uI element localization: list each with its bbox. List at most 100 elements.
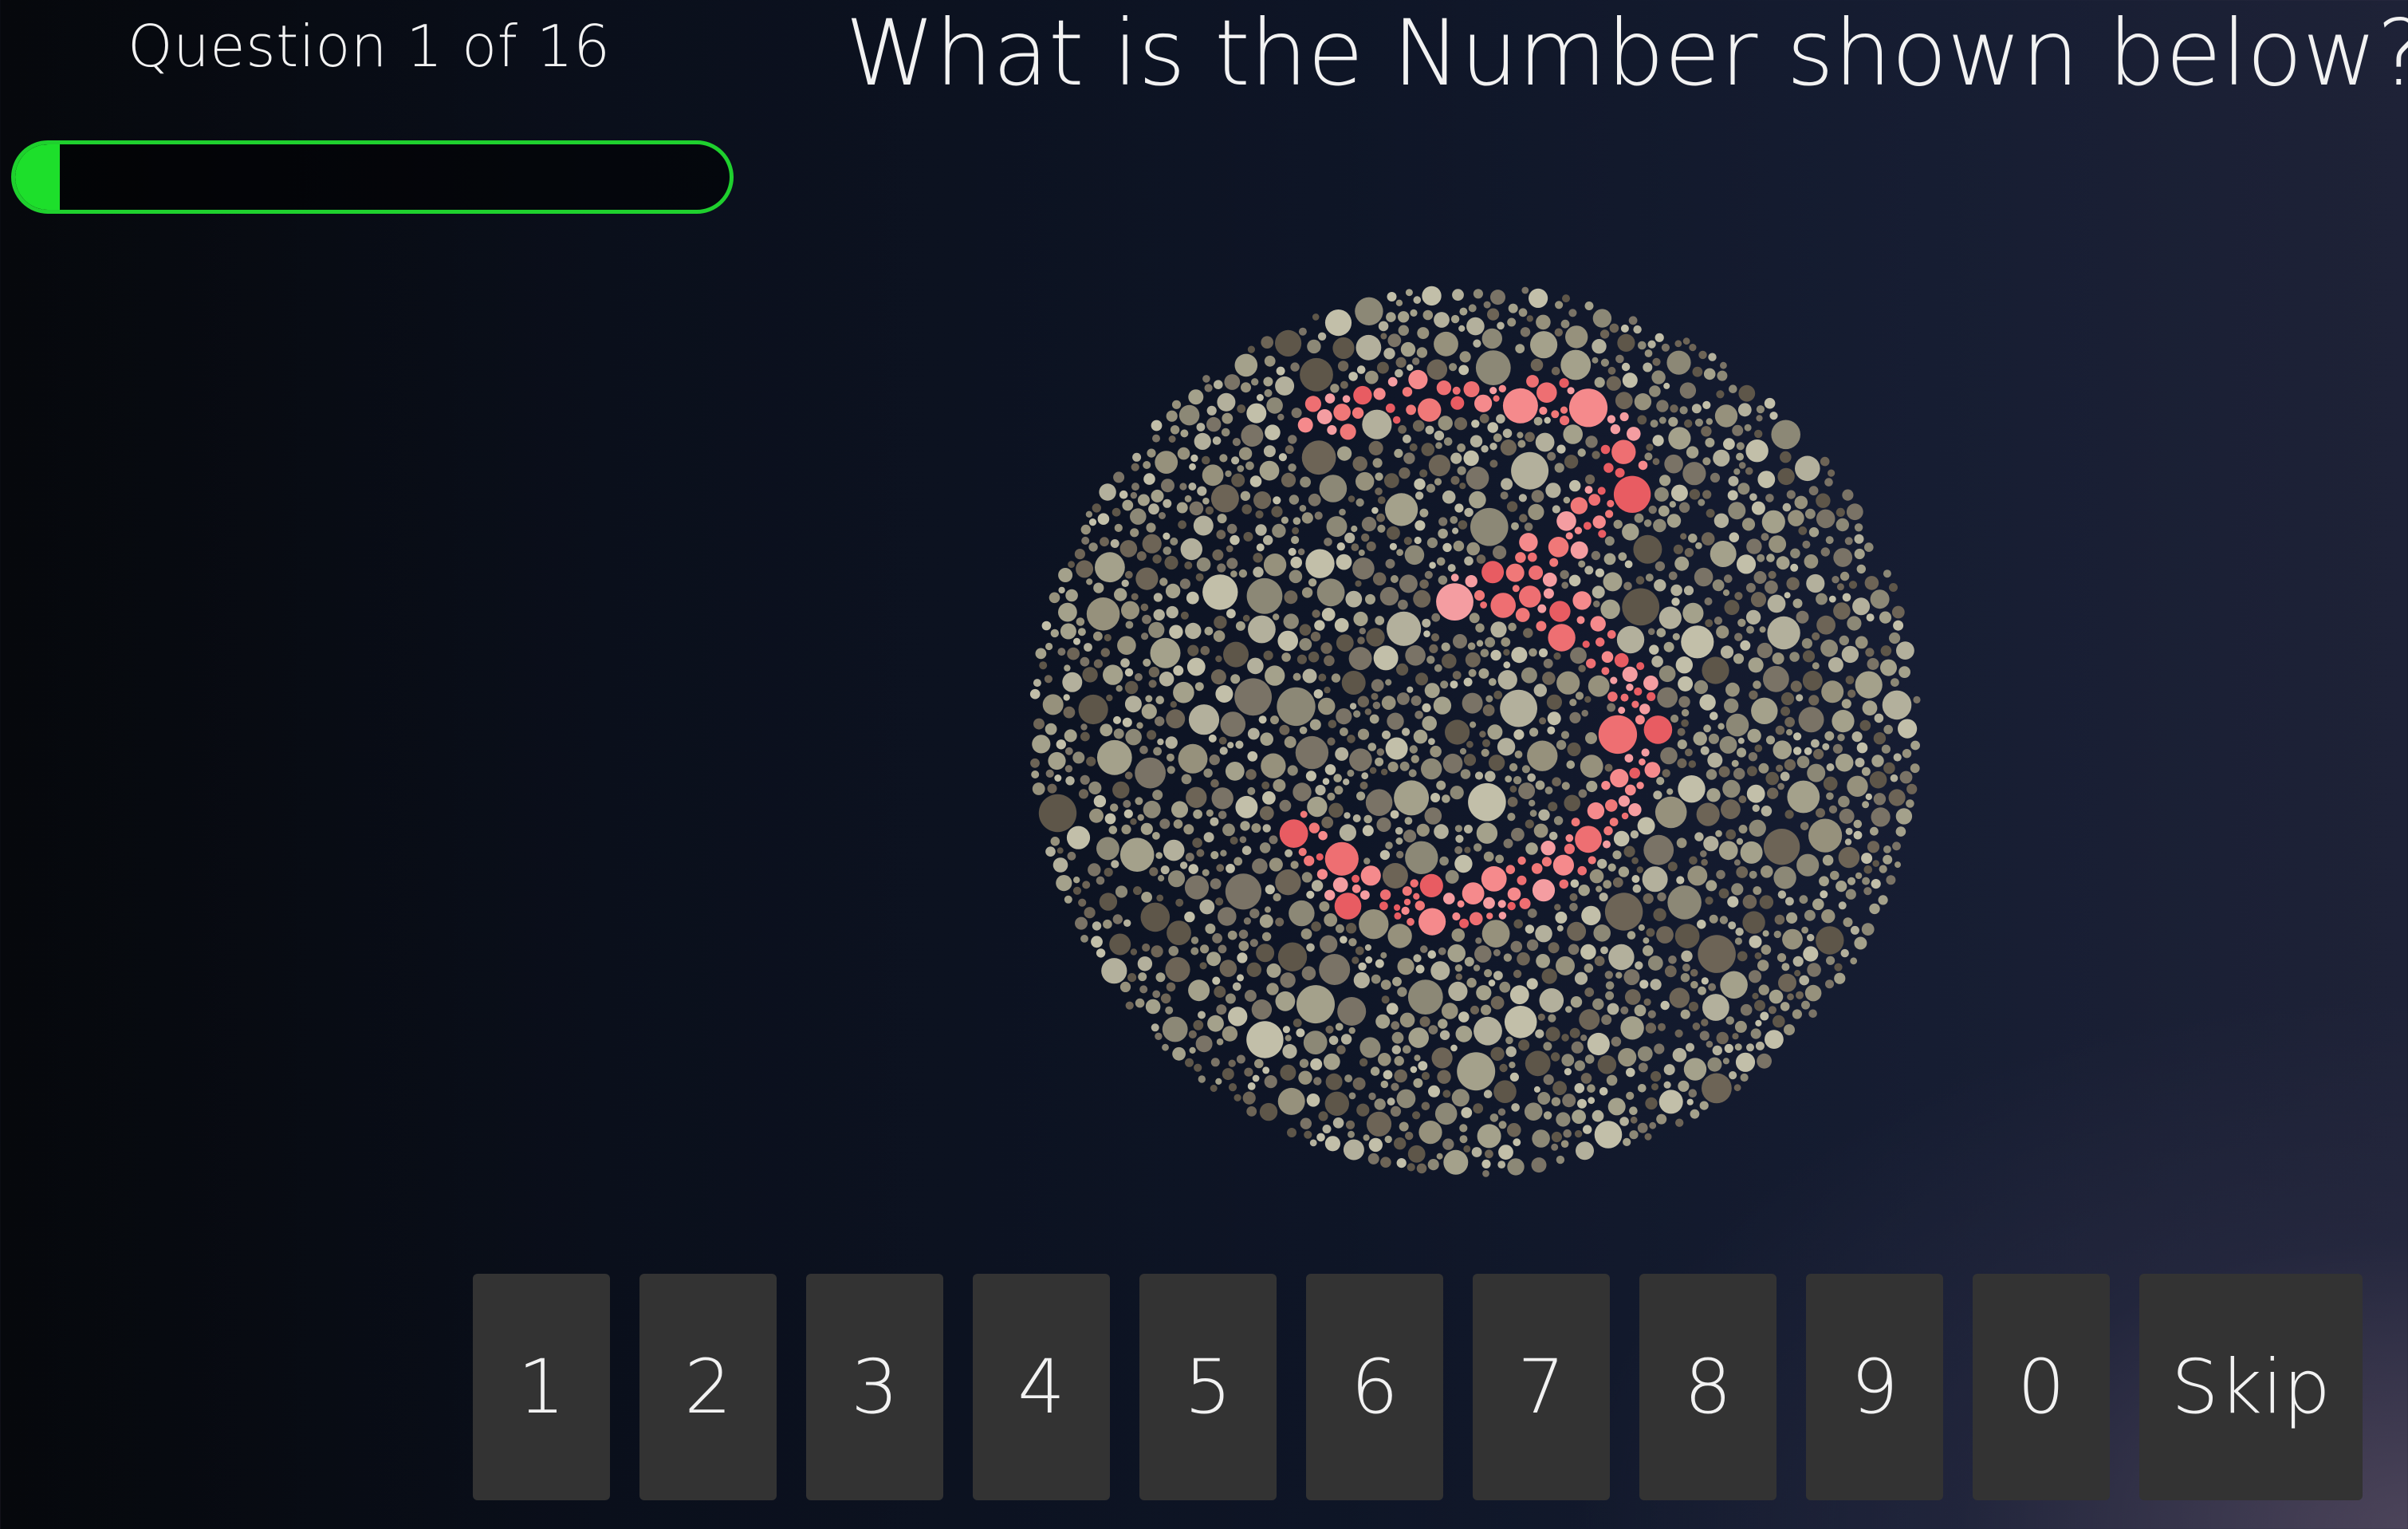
plate-background-dot <box>1367 1153 1379 1164</box>
plate-background-dot <box>1464 556 1474 566</box>
plate-background-dot <box>1812 898 1824 911</box>
plate-background-dot <box>1728 475 1739 487</box>
plate-background-dot <box>1505 1036 1513 1045</box>
plate-background-dot <box>1787 993 1794 1001</box>
plate-background-dot <box>1304 1130 1312 1139</box>
plate-background-dot <box>1131 483 1139 491</box>
plate-background-dot <box>1184 875 1210 900</box>
plate-background-dot <box>1471 1147 1482 1157</box>
plate-background-dot <box>1419 579 1429 589</box>
plate-background-dot <box>1200 944 1210 954</box>
plate-background-dot <box>1736 837 1744 845</box>
plate-background-dot <box>1463 450 1479 467</box>
key-9-button[interactable]: 9 <box>1806 1274 1943 1500</box>
key-4-button[interactable]: 4 <box>973 1274 1110 1500</box>
plate-background-dot <box>1073 877 1080 884</box>
plate-background-dot <box>1247 1082 1256 1090</box>
plate-background-dot <box>1555 911 1568 924</box>
plate-background-dot <box>1653 518 1666 533</box>
plate-background-dot <box>1658 606 1682 629</box>
plate-background-dot <box>1886 875 1896 885</box>
plate-background-dot <box>1808 818 1843 853</box>
plate-background-dot <box>1863 887 1872 896</box>
plate-background-dot <box>1840 948 1849 958</box>
plate-background-dot <box>1165 957 1190 983</box>
plate-background-dot <box>1421 758 1442 780</box>
plate-background-dot <box>1843 917 1853 928</box>
plate-background-dot <box>1687 865 1708 886</box>
plate-background-dot <box>1210 1058 1220 1067</box>
plate-figure-dot <box>1353 385 1372 405</box>
plate-background-dot <box>1367 743 1377 751</box>
plate-background-dot <box>1637 415 1647 425</box>
plate-background-dot <box>1439 856 1449 866</box>
plate-background-dot <box>1459 747 1467 755</box>
plate-figure-dot <box>1575 826 1602 853</box>
plate-background-dot <box>1442 1003 1458 1019</box>
plate-background-dot <box>1298 1070 1312 1085</box>
plate-background-dot <box>1397 692 1410 705</box>
key-8-button[interactable]: 8 <box>1639 1274 1776 1500</box>
plate-background-dot <box>1722 779 1741 798</box>
plate-background-dot <box>1694 418 1703 427</box>
plate-background-dot <box>1460 769 1471 779</box>
plate-background-dot <box>1569 711 1581 723</box>
plate-background-dot <box>1215 655 1222 663</box>
plate-background-dot <box>1889 632 1901 644</box>
plate-background-dot <box>1150 637 1181 668</box>
plate-background-dot <box>1503 648 1510 656</box>
plate-figure-dot <box>1402 886 1412 897</box>
plate-background-dot <box>1651 1083 1658 1091</box>
plate-background-dot <box>1119 837 1155 872</box>
plate-background-dot <box>1564 794 1580 812</box>
plate-background-dot <box>1765 1030 1784 1049</box>
plate-background-dot <box>1733 859 1741 866</box>
key-5-button[interactable]: 5 <box>1139 1274 1277 1500</box>
plate-background-dot <box>1893 753 1902 762</box>
plate-background-dot <box>1476 822 1498 844</box>
plate-background-dot <box>1447 944 1466 963</box>
plate-background-dot <box>1692 1023 1701 1030</box>
plate-background-dot <box>1769 535 1787 554</box>
plate-background-dot <box>1830 870 1839 881</box>
plate-background-dot <box>1380 1157 1391 1168</box>
plate-background-dot <box>1569 893 1578 901</box>
plate-background-dot <box>1548 802 1558 812</box>
key-3-button[interactable]: 3 <box>806 1274 943 1500</box>
plate-background-dot <box>1413 296 1422 304</box>
plate-background-dot <box>1725 829 1737 840</box>
plate-background-dot <box>1836 507 1845 517</box>
plate-background-dot <box>1736 866 1749 878</box>
plate-background-dot <box>1261 781 1270 790</box>
plate-background-dot <box>1531 1157 1547 1173</box>
key-1-button[interactable]: 1 <box>473 1274 610 1500</box>
key-2-button[interactable]: 2 <box>639 1274 777 1500</box>
plate-background-dot <box>1291 408 1302 419</box>
key-6-button[interactable]: 6 <box>1306 1274 1443 1500</box>
plate-background-dot <box>1272 523 1286 538</box>
plate-background-dot <box>1684 419 1693 428</box>
plate-background-dot <box>1854 548 1865 560</box>
skip-button[interactable]: Skip <box>2139 1274 2363 1500</box>
plate-figure-dot <box>1483 897 1495 909</box>
plate-background-dot <box>1301 872 1312 883</box>
plate-background-dot <box>1755 1019 1762 1027</box>
plate-background-dot <box>1826 956 1836 965</box>
plate-background-dot <box>1275 869 1301 896</box>
plate-background-dot <box>1750 592 1767 608</box>
plate-background-dot <box>1216 1038 1224 1046</box>
plate-background-dot <box>1380 768 1388 776</box>
key-7-button[interactable]: 7 <box>1473 1274 1610 1500</box>
plate-background-dot <box>1683 585 1694 596</box>
plate-figure-dot <box>1574 526 1583 534</box>
plate-background-dot <box>1836 583 1844 591</box>
plate-background-dot <box>1766 554 1775 562</box>
plate-background-dot <box>1481 920 1510 948</box>
plate-background-dot <box>1238 447 1253 460</box>
plate-background-dot <box>1594 1121 1623 1149</box>
plate-background-dot <box>1459 1135 1468 1144</box>
plate-background-dot <box>1063 706 1076 719</box>
key-0-button[interactable]: 0 <box>1973 1274 2110 1500</box>
plate-background-dot <box>1127 973 1137 983</box>
plate-figure-dot <box>1352 884 1361 893</box>
